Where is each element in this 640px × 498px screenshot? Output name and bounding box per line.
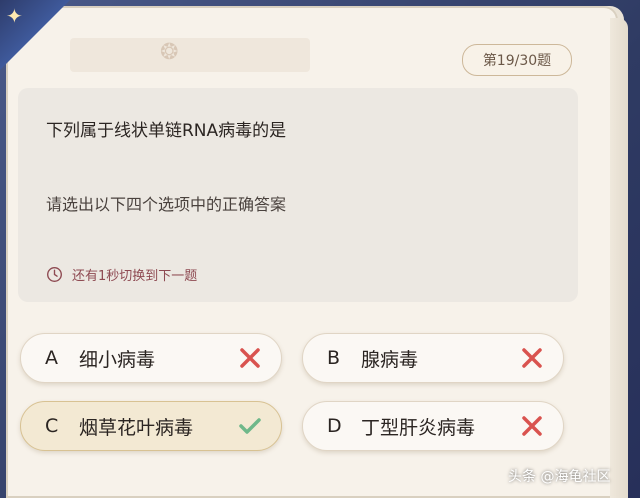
clock-icon <box>47 267 62 282</box>
cross-icon <box>522 416 542 436</box>
option-b[interactable]: B 腺病毒 <box>302 333 564 383</box>
question-instruction: 请选出以下四个选项中的正确答案 <box>46 195 287 214</box>
option-letter: B <box>327 347 341 369</box>
option-d[interactable]: D 丁型肝炎病毒 <box>302 401 564 451</box>
option-letter: D <box>327 415 342 437</box>
cross-icon <box>240 348 260 368</box>
option-text: 烟草花叶病毒 <box>79 416 194 439</box>
option-text: 细小病毒 <box>79 348 156 371</box>
watermark-text: 头条 @海龟社区 <box>508 469 611 485</box>
option-text: 腺病毒 <box>361 348 419 371</box>
timer-text: 还有1秒切换到下一题 <box>72 269 198 284</box>
header-banner <box>70 38 310 72</box>
option-letter: A <box>45 347 58 369</box>
book-page-edge <box>610 18 628 498</box>
check-icon <box>239 418 261 434</box>
option-letter: C <box>45 415 59 437</box>
option-text: 丁型肝炎病毒 <box>361 416 476 439</box>
cross-icon <box>522 348 542 368</box>
question-text: 下列属于线状单链RNA病毒的是 <box>46 121 287 141</box>
option-a[interactable]: A 细小病毒 <box>20 333 282 383</box>
countdown-timer: 还有1秒切换到下一题 <box>46 265 197 284</box>
option-c[interactable]: C 烟草花叶病毒 <box>20 401 282 451</box>
star-icon: ✦ <box>6 4 23 28</box>
question-counter: 第19/30题 <box>462 44 572 76</box>
logo-emblem-icon: ❂ <box>160 40 179 65</box>
